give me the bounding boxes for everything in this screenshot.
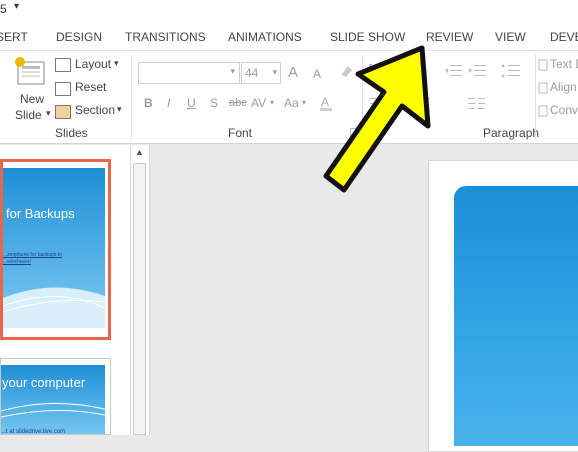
- slide-thumbnail-selected[interactable]: for Backups ...zenphone for backups to .…: [0, 159, 111, 340]
- text-direction-button[interactable]: Text D: [550, 57, 578, 71]
- font-size-value: 44: [245, 66, 259, 80]
- section-button[interactable]: Section: [75, 103, 115, 117]
- font-name-combo[interactable]: ▾: [138, 62, 240, 84]
- italic-button[interactable]: I: [167, 96, 170, 110]
- tab-insert[interactable]: SERT: [0, 20, 28, 50]
- character-spacing-button[interactable]: AV: [251, 96, 266, 110]
- new-slide-dropdown-icon[interactable]: ▾: [46, 108, 51, 119]
- thumbnail-caption: ...whichever/: [3, 259, 32, 265]
- line-spacing-icon[interactable]: [500, 62, 524, 80]
- layout-dropdown-icon[interactable]: ▾: [114, 58, 119, 69]
- grow-font-button[interactable]: A: [288, 64, 298, 81]
- new-slide-label-1[interactable]: New: [20, 92, 44, 106]
- thumbnail-caption: ...zenphone for backups to: [3, 252, 62, 258]
- thumbnail-title: for Backups: [6, 206, 75, 221]
- thumbnail-caption: ...t at slidedrive.live.com: [1, 429, 66, 435]
- font-name-dropdown-icon[interactable]: ▾: [230, 66, 235, 77]
- underline-button[interactable]: U: [187, 96, 196, 110]
- thumbnail-title: your computer: [2, 375, 86, 390]
- shadow-button[interactable]: S: [210, 96, 218, 110]
- convert-smartart-button[interactable]: Conv: [550, 103, 578, 117]
- text-options-icons: [538, 57, 548, 117]
- columns-icon[interactable]: [466, 95, 488, 113]
- tab-transitions[interactable]: TRANSITIONS: [125, 20, 206, 50]
- decrease-indent-icon[interactable]: [444, 62, 464, 80]
- group-label-slides: Slides: [55, 126, 88, 140]
- case-dropdown-icon[interactable]: ▾: [302, 98, 306, 107]
- thumbnails-scrollbar[interactable]: ▲: [131, 145, 150, 435]
- spacing-dropdown-icon[interactable]: ▾: [270, 98, 274, 107]
- change-case-button[interactable]: Aa: [284, 96, 299, 110]
- strikethrough-button[interactable]: abc: [229, 97, 247, 109]
- tab-developer[interactable]: DEVE: [550, 20, 578, 50]
- annotation-arrow: [318, 42, 438, 202]
- undo-glyph[interactable]: 5: [0, 2, 7, 16]
- slide-thumbnail[interactable]: your computer ...t at slidedrive.live.co…: [0, 358, 111, 435]
- slide-thumbnail-background: your computer ...t at slidedrive.live.co…: [1, 365, 105, 435]
- scroll-up-icon[interactable]: ▲: [135, 147, 144, 157]
- slide-title-background: [454, 186, 578, 446]
- scrollbar-thumb[interactable]: [133, 163, 146, 435]
- tab-view[interactable]: VIEW: [495, 20, 526, 50]
- tab-animations[interactable]: ANIMATIONS: [228, 20, 302, 50]
- section-icon[interactable]: [55, 105, 71, 119]
- slide-thumbnail-background: for Backups ...zenphone for backups to .…: [3, 168, 105, 328]
- reset-icon[interactable]: [55, 82, 71, 96]
- group-divider: [131, 54, 132, 140]
- tab-design[interactable]: DESIGN: [56, 20, 102, 50]
- group-divider: [535, 54, 536, 140]
- bold-button[interactable]: B: [144, 96, 153, 110]
- section-dropdown-icon[interactable]: ▾: [117, 104, 122, 115]
- layout-button[interactable]: Layout: [75, 57, 111, 71]
- group-label-font: Font: [228, 126, 253, 140]
- reset-button[interactable]: Reset: [75, 80, 106, 94]
- title-bar: 5 ▾: [0, 0, 578, 20]
- align-text-button[interactable]: Align: [550, 80, 577, 94]
- qat-dropdown-icon[interactable]: ▾: [14, 1, 19, 12]
- new-slide-icon[interactable]: [14, 56, 48, 90]
- font-size-combo[interactable]: 44 ▾: [241, 62, 281, 84]
- increase-indent-icon[interactable]: [468, 62, 488, 80]
- layout-icon[interactable]: [55, 58, 71, 72]
- ribbon-tab-bar: SERT DESIGN TRANSITIONS ANIMATIONS SLIDE…: [0, 20, 578, 50]
- font-size-dropdown-icon[interactable]: ▾: [272, 67, 277, 78]
- group-label-paragraph: Paragraph: [483, 126, 540, 140]
- new-slide-label-2[interactable]: Slide: [15, 108, 42, 122]
